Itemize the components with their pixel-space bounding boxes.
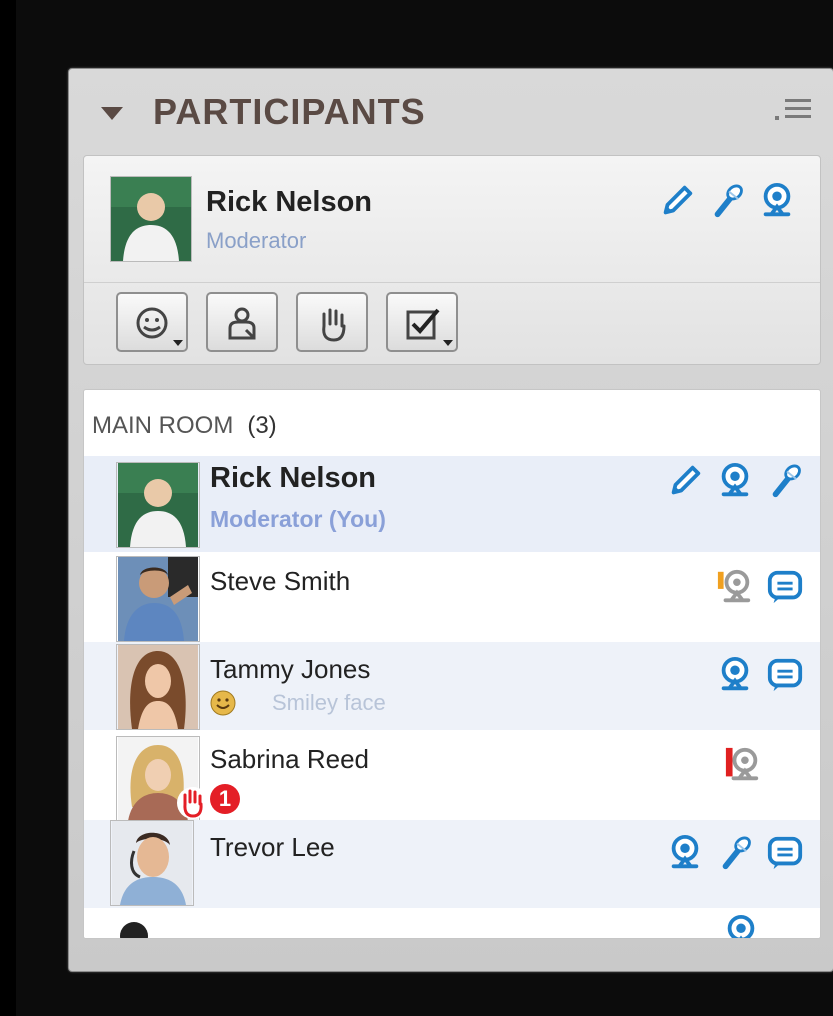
raised-hand-icon bbox=[177, 787, 209, 819]
participant-name: Rick Nelson bbox=[210, 462, 376, 494]
avatar bbox=[114, 914, 154, 939]
webcam-warning-icon[interactable] bbox=[716, 568, 754, 606]
raise-hand-button[interactable] bbox=[296, 292, 368, 352]
pencil-icon[interactable] bbox=[658, 182, 696, 220]
panel-title: PARTICIPANTS bbox=[153, 91, 426, 132]
participant-row[interactable]: Sabrina Reed 1 bbox=[84, 732, 820, 822]
webcam-icon[interactable] bbox=[716, 656, 754, 694]
raise-hand-icon bbox=[322, 308, 346, 342]
avatar bbox=[116, 462, 200, 548]
pencil-icon[interactable] bbox=[666, 462, 704, 500]
room-count: (3) bbox=[247, 412, 277, 439]
participant-name: Steve Smith bbox=[210, 566, 351, 596]
participants-panel: PARTICIPANTS Rick Nelson Moderator MAIN … bbox=[68, 68, 833, 972]
participant-role: Moderator (You) bbox=[210, 506, 386, 532]
participant-icons bbox=[722, 914, 760, 939]
divider bbox=[84, 282, 820, 283]
panel-menu-icon[interactable] bbox=[775, 99, 811, 121]
dropdown-arrow-icon bbox=[173, 340, 183, 346]
status-toolbar bbox=[116, 292, 458, 352]
avatar bbox=[110, 820, 194, 906]
smiley-status-icon bbox=[136, 307, 168, 339]
webcam-alert-icon[interactable] bbox=[724, 746, 762, 784]
panel-header: PARTICIPANTS bbox=[69, 69, 833, 153]
collapse-triangle-icon[interactable] bbox=[101, 107, 123, 120]
participant-icons bbox=[716, 568, 804, 606]
dropdown-arrow-icon bbox=[443, 340, 453, 346]
my-status-icons bbox=[658, 182, 796, 220]
participant-status: Smiley face bbox=[210, 690, 386, 716]
chat-icon[interactable] bbox=[766, 834, 804, 872]
chat-icon[interactable] bbox=[766, 568, 804, 606]
user-role-icon bbox=[228, 307, 256, 340]
notification-badge: 1 bbox=[210, 784, 240, 814]
participant-icons bbox=[716, 656, 804, 694]
avatar bbox=[116, 644, 200, 730]
status-text: Smiley face bbox=[272, 690, 386, 715]
webcam-icon[interactable] bbox=[666, 834, 704, 872]
smiley-status-button[interactable] bbox=[116, 292, 188, 352]
smiley-face-icon bbox=[210, 690, 236, 716]
participant-row[interactable]: Trevor Lee bbox=[84, 820, 820, 908]
microphone-icon[interactable] bbox=[716, 834, 754, 872]
room-name: MAIN ROOM bbox=[92, 412, 234, 439]
avatar bbox=[110, 176, 192, 262]
my-name: Rick Nelson bbox=[206, 186, 372, 218]
checkbox-agree-icon bbox=[406, 308, 440, 340]
participant-row[interactable]: Rick Nelson Moderator (You) bbox=[84, 456, 820, 552]
user-role-button[interactable] bbox=[206, 292, 278, 352]
participant-name: Trevor Lee bbox=[210, 832, 335, 862]
microphone-icon[interactable] bbox=[708, 182, 746, 220]
chat-icon[interactable] bbox=[766, 656, 804, 694]
participant-name: Sabrina Reed bbox=[210, 744, 369, 774]
participant-row[interactable]: Steve Smith bbox=[84, 554, 820, 642]
room-title: MAIN ROOM (3) bbox=[92, 412, 277, 440]
app-window: PARTICIPANTS Rick Nelson Moderator MAIN … bbox=[16, 0, 833, 1016]
webcam-icon[interactable] bbox=[722, 914, 760, 939]
participant-icons bbox=[666, 462, 804, 500]
participant-row[interactable]: Tammy Jones Smiley face bbox=[84, 642, 820, 730]
participant-icons bbox=[724, 746, 762, 784]
my-status-card: Rick Nelson Moderator bbox=[83, 155, 821, 365]
webcam-icon[interactable] bbox=[758, 182, 796, 220]
participant-row[interactable] bbox=[84, 908, 820, 938]
avatar bbox=[116, 556, 200, 642]
main-room-list: MAIN ROOM (3) Rick Nelson Moderator (You)… bbox=[83, 389, 821, 939]
webcam-icon[interactable] bbox=[716, 462, 754, 500]
my-role: Moderator bbox=[206, 228, 307, 253]
participant-icons bbox=[666, 834, 804, 872]
participant-name: Tammy Jones bbox=[210, 654, 371, 684]
agree-checkbox-button[interactable] bbox=[386, 292, 458, 352]
microphone-icon[interactable] bbox=[766, 462, 804, 500]
